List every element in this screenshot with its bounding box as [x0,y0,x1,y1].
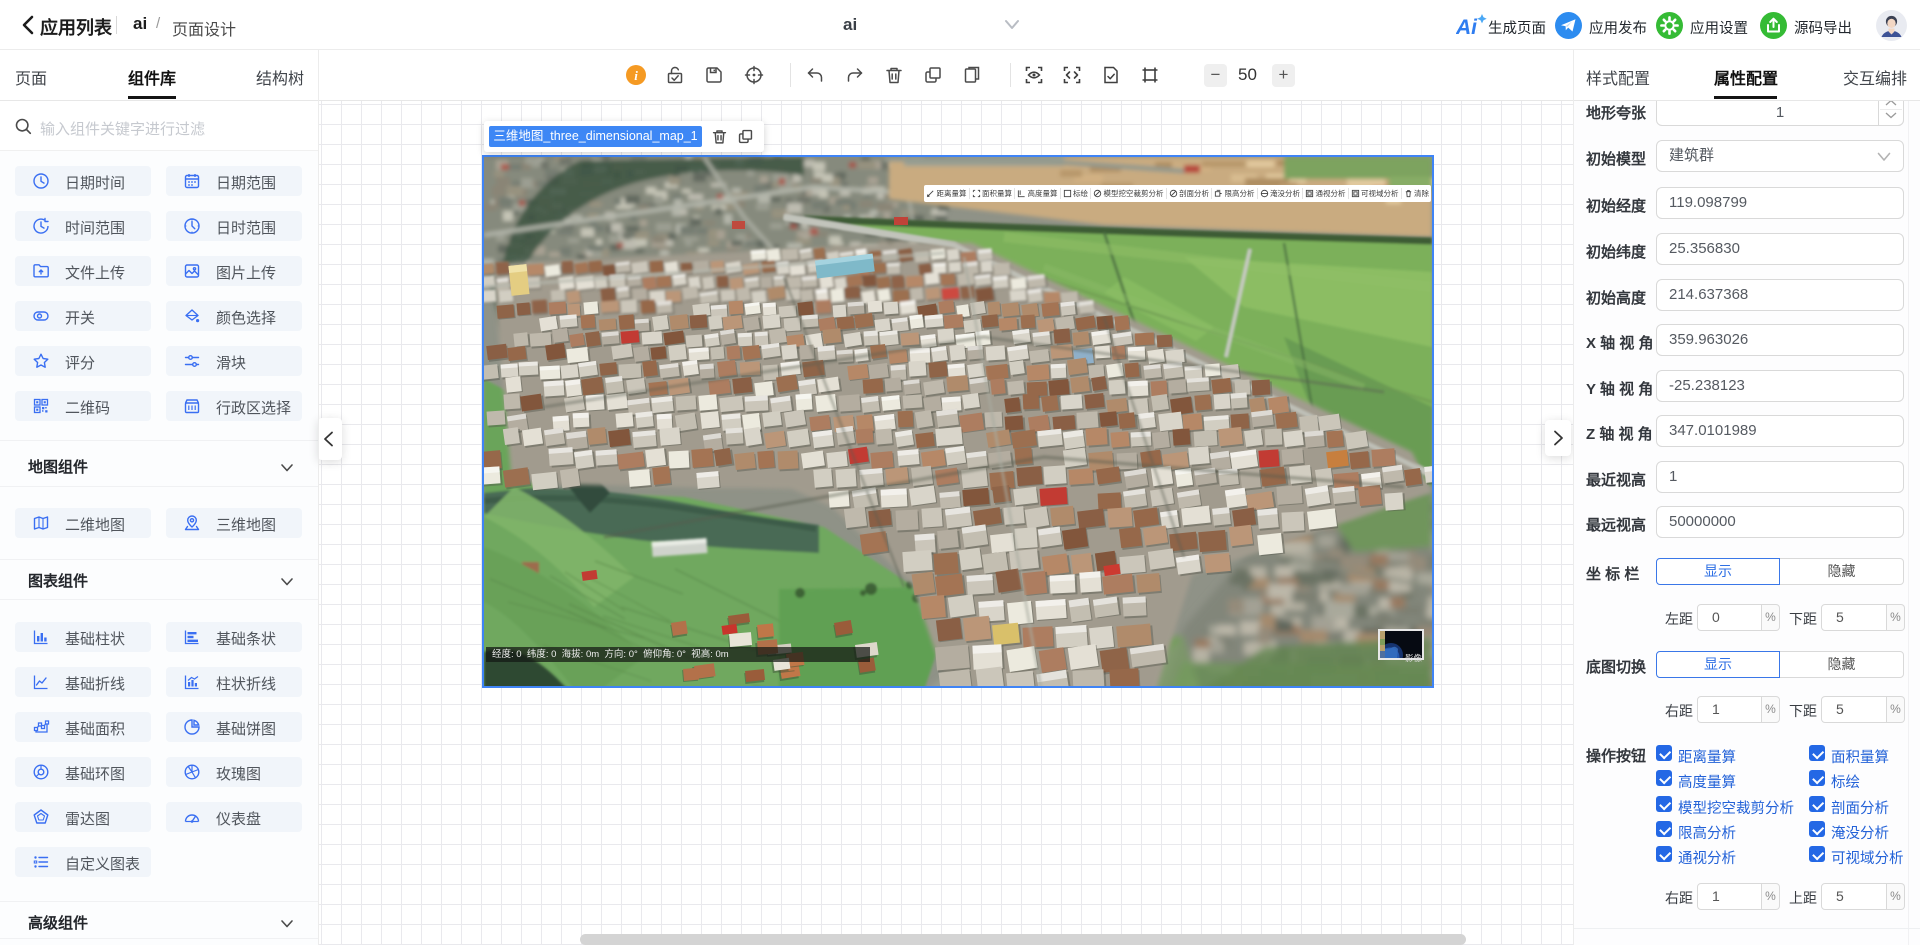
svg-text:Ai: Ai [1456,16,1478,39]
svg-text:i: i [634,68,638,83]
